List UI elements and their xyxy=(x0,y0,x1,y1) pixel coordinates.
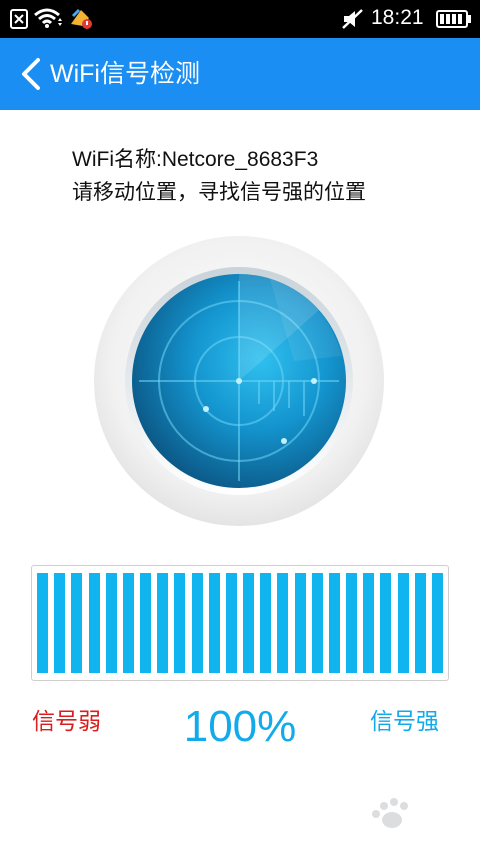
signal-bar xyxy=(277,573,289,673)
wifi-icon xyxy=(34,8,62,28)
signal-bar xyxy=(88,573,100,673)
signal-bar xyxy=(363,573,375,673)
signal-bar xyxy=(380,573,392,673)
signal-bar xyxy=(311,573,323,673)
strong-label: 信号强 xyxy=(370,709,439,735)
status-bar: 18:21 xyxy=(0,0,480,38)
page-title: WiFi信号检测 xyxy=(50,60,200,88)
signal-bar xyxy=(294,573,306,673)
signal-bar xyxy=(140,573,152,673)
app-notification-icon xyxy=(71,8,92,29)
signal-bar xyxy=(328,573,340,673)
back-arrow-icon[interactable] xyxy=(14,56,48,92)
signal-bar xyxy=(346,573,358,673)
signal-meter xyxy=(31,565,449,681)
signal-bars xyxy=(37,573,443,673)
signal-bar xyxy=(54,573,66,673)
signal-bar xyxy=(432,573,443,673)
radar-scanner xyxy=(94,236,384,526)
battery-icon xyxy=(436,10,471,28)
signal-bar xyxy=(243,573,255,673)
signal-bar xyxy=(157,573,169,673)
mute-icon xyxy=(342,9,363,29)
signal-bar xyxy=(397,573,409,673)
signal-bar xyxy=(208,573,220,673)
signal-bar xyxy=(414,573,426,673)
signal-bar xyxy=(71,573,83,673)
signal-bar xyxy=(174,573,186,673)
notification-close-icon xyxy=(10,9,28,29)
signal-bar xyxy=(105,573,117,673)
signal-bar xyxy=(37,573,48,673)
signal-bar xyxy=(122,573,134,673)
watermark-logo xyxy=(372,798,408,828)
signal-bar xyxy=(191,573,203,673)
status-time: 18:21 xyxy=(371,6,424,29)
radar-graphic xyxy=(94,236,384,526)
signal-bar xyxy=(260,573,272,673)
app-header: WiFi信号检测 xyxy=(0,38,480,110)
wifi-name-text: WiFi名称:Netcore_8683F3 xyxy=(72,148,319,171)
signal-bar xyxy=(225,573,237,673)
hint-text: 请移动位置，寻找信号强的位置 xyxy=(72,181,366,204)
